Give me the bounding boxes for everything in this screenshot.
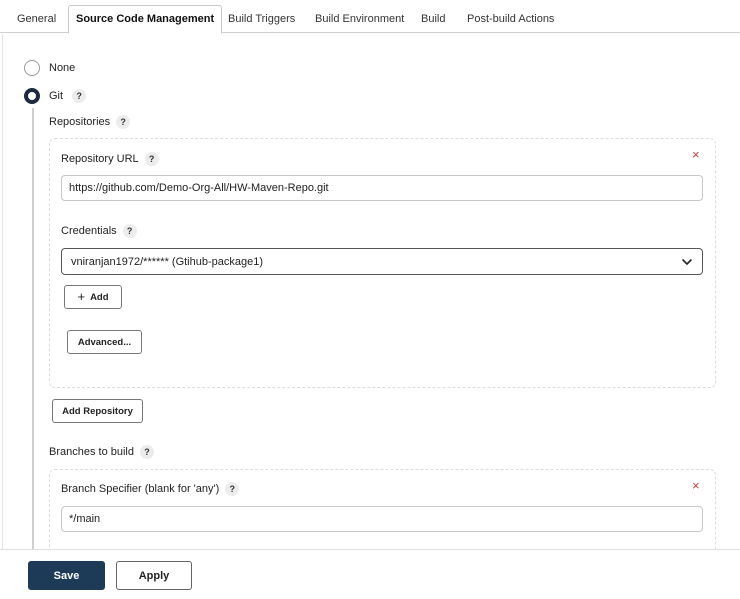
tab-build[interactable]: Build bbox=[413, 6, 453, 33]
radio-git-label: Git bbox=[49, 90, 64, 102]
advanced-button[interactable]: Advanced... bbox=[67, 330, 142, 354]
repositories-help-icon[interactable]: ? bbox=[116, 115, 131, 129]
tab-build-environment[interactable]: Build Environment bbox=[307, 6, 412, 33]
remove-repository-icon[interactable]: × bbox=[692, 148, 700, 161]
radio-git[interactable] bbox=[24, 88, 40, 104]
radio-none[interactable] bbox=[24, 60, 40, 76]
git-help-icon[interactable]: ? bbox=[72, 89, 87, 103]
credentials-selected-value: vniranjan1972/****** (Gtihub-package1) bbox=[71, 255, 264, 268]
apply-button[interactable]: Apply bbox=[116, 561, 192, 590]
repositories-heading: Repositories ? bbox=[49, 115, 131, 129]
repositories-label: Repositories bbox=[49, 116, 111, 128]
git-section-rule bbox=[32, 108, 34, 549]
config-tabs: General Source Code Management Build Tri… bbox=[0, 0, 740, 34]
page-edge-rule bbox=[2, 34, 3, 549]
branch-specifier-help-icon[interactable]: ? bbox=[225, 482, 240, 496]
tab-general[interactable]: General bbox=[9, 6, 64, 33]
chevron-down-icon bbox=[682, 258, 692, 265]
repository-url-input[interactable] bbox=[61, 175, 703, 201]
tab-post-build-actions[interactable]: Post-build Actions bbox=[459, 6, 562, 33]
remove-branch-icon[interactable]: × bbox=[692, 479, 700, 492]
repository-url-label: Repository URL bbox=[61, 153, 139, 165]
branch-specifier-heading: Branch Specifier (blank for 'any') ? bbox=[61, 482, 240, 496]
radio-none-label: None bbox=[49, 62, 76, 74]
add-repository-button[interactable]: Add Repository bbox=[52, 399, 143, 423]
credentials-select[interactable]: vniranjan1972/****** (Gtihub-package1) bbox=[61, 248, 703, 275]
tab-build-triggers[interactable]: Build Triggers bbox=[220, 6, 303, 33]
advanced-label: Advanced... bbox=[77, 336, 132, 348]
scm-option-git[interactable]: Git ? bbox=[24, 88, 87, 104]
add-credentials-label: Add bbox=[90, 291, 109, 303]
branches-help-icon[interactable]: ? bbox=[140, 445, 154, 459]
branch-specifier-input[interactable] bbox=[61, 506, 703, 532]
form-footer: Save Apply bbox=[0, 549, 740, 599]
branch-specifier-label: Branch Specifier (blank for 'any') bbox=[61, 483, 220, 495]
credentials-heading: Credentials ? bbox=[61, 224, 137, 238]
branches-label: Branches to build bbox=[49, 446, 134, 458]
plus-icon: + bbox=[77, 289, 86, 304]
repository-url-heading: Repository URL ? bbox=[61, 152, 159, 166]
tab-source-code-management[interactable]: Source Code Management bbox=[68, 5, 223, 34]
branches-heading: Branches to build ? bbox=[49, 445, 154, 459]
add-credentials-button[interactable]: + Add bbox=[64, 285, 122, 309]
add-repository-label: Add Repository bbox=[62, 405, 133, 417]
scm-option-none[interactable]: None bbox=[24, 60, 75, 76]
credentials-help-icon[interactable]: ? bbox=[122, 224, 137, 238]
repository-url-help-icon[interactable]: ? bbox=[144, 152, 159, 166]
credentials-label: Credentials bbox=[61, 225, 117, 237]
save-button[interactable]: Save bbox=[28, 561, 105, 590]
